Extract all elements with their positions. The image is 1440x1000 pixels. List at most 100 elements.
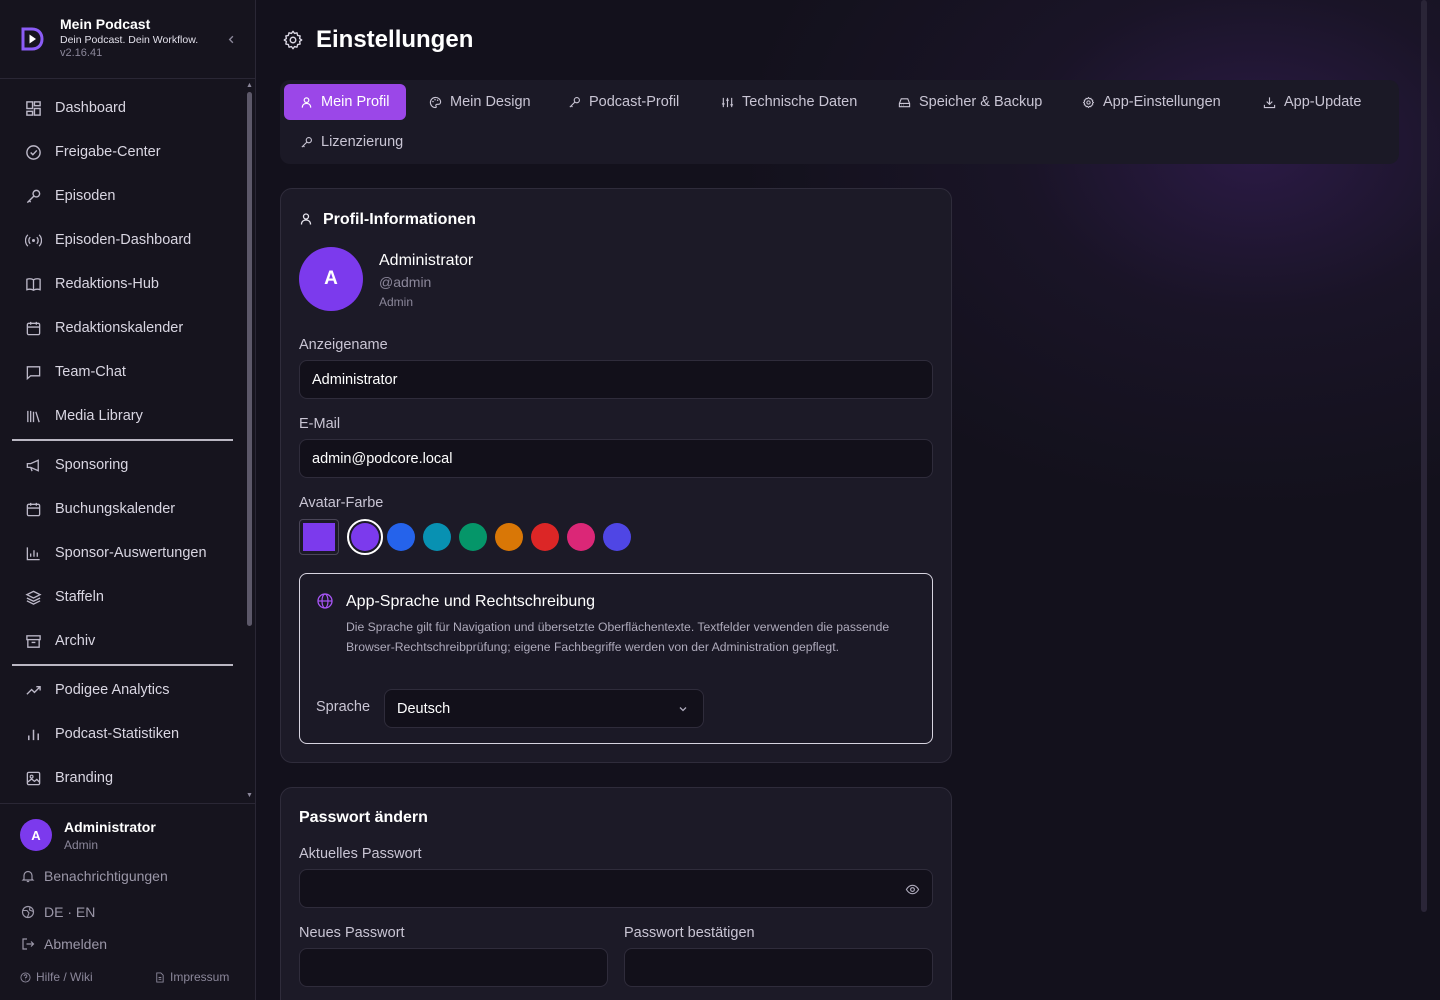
sidebar-item-label: Podigee Analytics — [55, 682, 170, 698]
confirm-password-field[interactable] — [624, 948, 933, 987]
download-icon — [1263, 95, 1277, 109]
tab-podcast-profil[interactable]: Podcast-Profil — [552, 84, 695, 120]
display-name-field[interactable]: Administrator — [299, 360, 933, 399]
sidebar-item-staffeln[interactable]: Staffeln — [12, 575, 233, 619]
sidebar-item-archiv[interactable]: Archiv — [12, 619, 233, 663]
sidebar-item-label: Buchungskalender — [55, 501, 176, 517]
sidebar-item-label: Episoden-Dashboard — [55, 232, 192, 248]
app-version: v2.16.41 — [60, 47, 103, 59]
sidebar-item-label: Redaktionskalender — [55, 320, 184, 336]
user-icon — [300, 95, 314, 109]
color-swatch-green[interactable] — [459, 523, 487, 551]
sidebar-scrollbar-thumb[interactable] — [247, 92, 252, 626]
profile-name: Administrator — [379, 252, 474, 269]
page-title: Einstellungen — [316, 26, 474, 53]
main-content: Einstellungen Mein Profil Mein Design Po… — [256, 0, 1440, 1000]
chevron-down-icon — [677, 703, 689, 715]
color-swatch-red[interactable] — [531, 523, 559, 551]
help-wiki-link[interactable]: Hilfe / Wiki — [20, 970, 93, 984]
profile-role: Admin — [379, 295, 414, 309]
sidebar-item-dashboard[interactable]: Dashboard — [12, 86, 233, 130]
palette-icon — [429, 95, 443, 109]
sidebar-item-episoden-dashboard[interactable]: Episoden-Dashboard — [12, 218, 233, 262]
library-icon — [24, 407, 42, 425]
sidebar-item-episoden[interactable]: Episoden — [12, 174, 233, 218]
imprint-link[interactable]: Impressum — [154, 970, 229, 984]
sidebar-item-redaktions-hub[interactable]: Redaktions-Hub — [12, 262, 233, 306]
language-box-title: App-Sprache und Rechtschreibung — [346, 593, 596, 610]
scroll-down-arrow-icon[interactable]: ▼ — [246, 792, 253, 799]
sidebar-item-podcast-statistiken[interactable]: Podcast-Statistiken — [12, 712, 233, 756]
layers-icon — [24, 588, 42, 606]
sidebar-item-label: Podcast-Statistiken — [55, 726, 180, 742]
tab-app-update[interactable]: App-Update — [1247, 84, 1377, 120]
profile-section-title: Profil-Informationen — [299, 211, 476, 229]
language-switch[interactable]: DE · EN — [20, 904, 95, 920]
sidebar-item-branding[interactable]: Branding — [12, 756, 233, 800]
sidebar-item-label: Media Library — [55, 408, 143, 424]
current-password-field[interactable] — [299, 869, 933, 908]
calendar-icon — [24, 319, 42, 337]
email-field[interactable]: admin@podcore.local — [299, 439, 933, 478]
avatar[interactable]: A — [20, 819, 52, 851]
tab-lizenzierung[interactable]: Lizenzierung — [284, 124, 419, 160]
tab-technische-daten[interactable]: Technische Daten — [705, 84, 873, 120]
app-language-box: App-Sprache und Rechtschreibung Die Spra… — [299, 573, 933, 744]
chat-bubble-icon — [24, 363, 42, 381]
color-swatch-pink[interactable] — [567, 523, 595, 551]
sidebar-item-label: Redaktions-Hub — [55, 276, 159, 292]
tab-label: Lizenzierung — [321, 134, 404, 150]
language-label: DE · EN — [44, 904, 96, 920]
sidebar-item-freigabe-center[interactable]: Freigabe-Center — [12, 130, 233, 174]
tab-mein-design[interactable]: Mein Design — [413, 84, 547, 120]
tab-speicher-backup[interactable]: Speicher & Backup — [882, 84, 1058, 120]
bell-icon — [20, 868, 36, 884]
key-icon — [568, 95, 582, 109]
main-scrollbar[interactable] — [1421, 0, 1427, 912]
sidebar-footer: A Administrator Admin Benachrichtigungen… — [0, 803, 255, 1000]
display-name-label: Anzeigename — [299, 337, 388, 353]
user-icon — [299, 212, 315, 228]
avatar-color-label: Avatar-Farbe — [299, 495, 384, 511]
sidebar-item-media-library[interactable]: Media Library — [12, 394, 233, 438]
color-swatch-indigo[interactable] — [603, 523, 631, 551]
sidebar-item-label: Branding — [55, 770, 114, 786]
scroll-up-arrow-icon[interactable]: ▲ — [246, 82, 253, 89]
profile-info-card: Profil-Informationen A Administrator @ad… — [280, 188, 952, 763]
sliders-icon — [721, 95, 735, 109]
sidebar-item-label: Team-Chat — [55, 364, 126, 380]
podcast-logo-icon — [20, 26, 44, 52]
avatar[interactable]: A — [299, 247, 363, 311]
sidebar-item-redaktionskalender[interactable]: Redaktionskalender — [12, 306, 233, 350]
eye-icon[interactable] — [905, 882, 920, 897]
sidebar-item-sponsor-auswertungen[interactable]: Sponsor-Auswertungen — [12, 531, 233, 575]
current-password-label: Aktuelles Passwort — [299, 846, 422, 862]
custom-color-picker[interactable] — [299, 519, 339, 555]
logout-link[interactable]: Abmelden — [20, 936, 107, 952]
color-swatch-purple[interactable] — [347, 519, 383, 555]
tab-mein-profil[interactable]: Mein Profil — [284, 84, 406, 120]
language-select[interactable]: Deutsch — [384, 689, 704, 728]
broadcast-icon — [24, 231, 42, 249]
user-name: Administrator — [64, 819, 156, 835]
gear-icon — [1082, 95, 1096, 109]
email-label: E-Mail — [299, 416, 341, 432]
collapse-sidebar-chevron-icon[interactable] — [222, 30, 240, 48]
language-select-value: Deutsch — [397, 700, 451, 717]
new-password-field[interactable] — [299, 948, 608, 987]
sidebar-item-team-chat[interactable]: Team-Chat — [12, 350, 233, 394]
color-swatch-cyan[interactable] — [423, 523, 451, 551]
tab-label: Mein Design — [450, 94, 531, 110]
key-icon — [300, 135, 314, 149]
color-swatch-blue[interactable] — [387, 523, 415, 551]
sidebar-item-podigee-analytics[interactable]: Podigee Analytics — [12, 668, 233, 712]
tab-app-einstellungen[interactable]: App-Einstellungen — [1066, 84, 1237, 120]
tab-label: App-Einstellungen — [1103, 94, 1221, 110]
bar-chart-icon — [24, 544, 42, 562]
notifications-link[interactable]: Benachrichtigungen — [20, 868, 168, 884]
sidebar-item-sponsoring[interactable]: Sponsoring — [12, 443, 233, 487]
color-swatch-orange[interactable] — [495, 523, 523, 551]
logout-label: Abmelden — [44, 936, 108, 952]
trending-up-icon — [24, 681, 42, 699]
sidebar-item-buchungskalender[interactable]: Buchungskalender — [12, 487, 233, 531]
